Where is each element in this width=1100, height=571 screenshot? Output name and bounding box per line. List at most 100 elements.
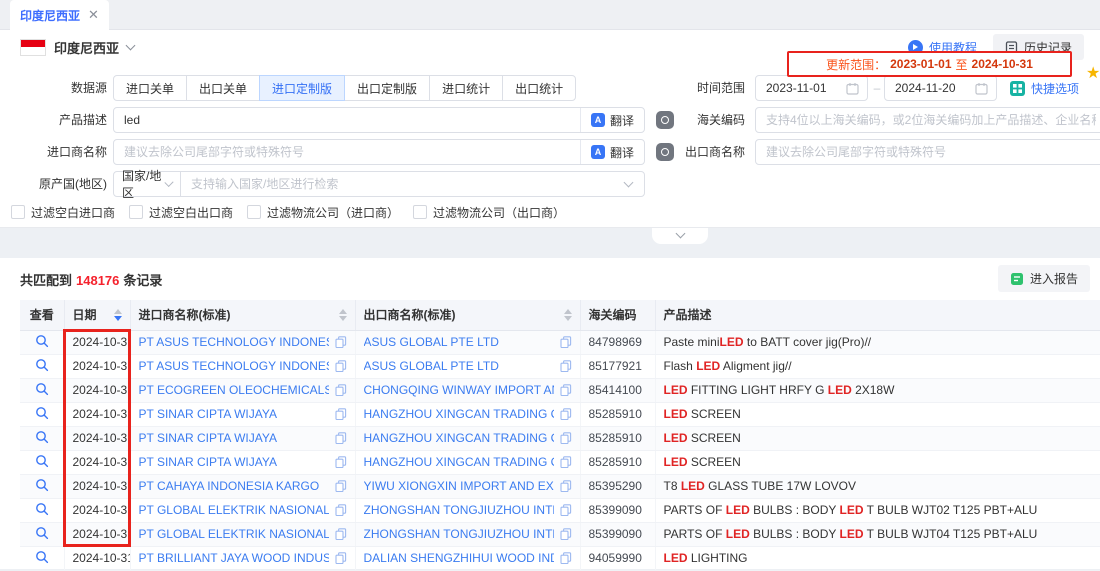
importer-link[interactable]: PT SINAR CIPTA WIJAYA: [139, 407, 277, 421]
copy-icon[interactable]: [560, 432, 572, 444]
view-magnifier-icon[interactable]: [35, 454, 49, 468]
data-source-tab[interactable]: 进口定制版: [259, 75, 345, 101]
view-detail-button[interactable]: [20, 450, 64, 474]
copy-icon[interactable]: [335, 408, 347, 420]
copy-icon[interactable]: [560, 384, 572, 396]
exporter-link[interactable]: ZHONGSHAN TONGJIUZHOU INTERNA...: [364, 527, 554, 541]
checkbox-icon[interactable]: [129, 205, 143, 219]
filter-checkbox[interactable]: 过滤空白进口商: [11, 204, 115, 221]
copy-icon[interactable]: [335, 552, 347, 564]
close-icon[interactable]: ✕: [88, 7, 99, 23]
view-detail-button[interactable]: [20, 402, 64, 426]
column-header[interactable]: 出口商名称(标准): [355, 300, 580, 330]
date-to-input[interactable]: [885, 76, 975, 100]
data-source-tab[interactable]: 出口定制版: [344, 75, 430, 101]
view-detail-button[interactable]: [20, 474, 64, 498]
view-detail-button[interactable]: [20, 426, 64, 450]
view-magnifier-icon[interactable]: [35, 478, 49, 492]
view-detail-button[interactable]: [20, 330, 64, 354]
sort-icon[interactable]: [114, 309, 122, 321]
copy-icon[interactable]: [335, 456, 347, 468]
importer-link[interactable]: PT CAHAYA INDONESIA KARGO: [139, 479, 320, 493]
exporter-link[interactable]: YIWU XIONGXIN IMPORT AND EXPORT...: [364, 479, 554, 493]
data-source-tab[interactable]: 出口统计: [502, 75, 576, 101]
copy-icon[interactable]: [335, 504, 347, 516]
country-selector[interactable]: 印度尼西亚: [20, 35, 134, 59]
exporter-link[interactable]: CHONGQING WINWAY IMPORT AND E...: [364, 383, 554, 397]
copy-icon[interactable]: [335, 336, 347, 348]
copy-icon[interactable]: [335, 384, 347, 396]
date-to-field[interactable]: [884, 75, 997, 101]
importer-link[interactable]: PT SINAR CIPTA WIJAYA: [139, 431, 277, 445]
filter-checkbox[interactable]: 过滤空白出口商: [129, 204, 233, 221]
view-detail-button[interactable]: [20, 354, 64, 378]
checkbox-icon[interactable]: [413, 205, 427, 219]
copy-icon[interactable]: [560, 480, 572, 492]
view-magnifier-icon[interactable]: [35, 406, 49, 420]
importer-link[interactable]: PT SINAR CIPTA WIJAYA: [139, 455, 277, 469]
view-magnifier-icon[interactable]: [35, 382, 49, 396]
importer-link[interactable]: PT BRILLIANT JAYA WOOD INDUSTRY: [139, 551, 329, 565]
view-magnifier-icon[interactable]: [35, 526, 49, 540]
product-desc-input[interactable]: [114, 108, 580, 132]
exporter-link[interactable]: ZHONGSHAN TONGJIUZHOU INTERNA...: [364, 503, 554, 517]
sort-icon[interactable]: [564, 309, 572, 321]
origin-search-field[interactable]: [180, 171, 645, 197]
importer-link[interactable]: PT ASUS TECHNOLOGY INDONESIA BA...: [139, 359, 329, 373]
sort-icon[interactable]: [339, 309, 347, 321]
hs-code-input[interactable]: [756, 108, 1100, 132]
copy-icon[interactable]: [560, 360, 572, 372]
exporter-input[interactable]: [756, 140, 1100, 164]
hs-code-field[interactable]: [755, 107, 1100, 133]
importer-link[interactable]: PT ASUS TECHNOLOGY INDONESIA BA...: [139, 335, 329, 349]
view-magnifier-icon[interactable]: [35, 502, 49, 516]
data-source-tab[interactable]: 出口关单: [186, 75, 260, 101]
origin-select[interactable]: 国家/地区: [113, 171, 181, 197]
exporter-link[interactable]: ASUS GLOBAL PTE LTD: [364, 335, 499, 349]
view-detail-button[interactable]: [20, 522, 64, 546]
copy-icon[interactable]: [560, 528, 572, 540]
tab-indonesia[interactable]: 印度尼西亚 ✕: [10, 0, 109, 30]
date-from-field[interactable]: [755, 75, 868, 101]
exporter-link[interactable]: DALIAN SHENGZHIHUI WOOD INDUST...: [364, 551, 554, 565]
copy-icon[interactable]: [335, 528, 347, 540]
column-header[interactable]: 日期: [64, 300, 130, 330]
exporter-link[interactable]: HANGZHOU XINGCAN TRADING CO LTD: [364, 407, 554, 421]
view-detail-button[interactable]: [20, 498, 64, 522]
view-detail-button[interactable]: [20, 378, 64, 402]
exporter-field[interactable]: [755, 139, 1100, 165]
view-magnifier-icon[interactable]: [35, 334, 49, 348]
exporter-link[interactable]: HANGZHOU XINGCAN TRADING CO LTD: [364, 431, 554, 445]
view-magnifier-icon[interactable]: [35, 430, 49, 444]
copy-icon[interactable]: [335, 360, 347, 372]
column-header[interactable]: 进口商名称(标准): [130, 300, 355, 330]
copy-icon[interactable]: [335, 480, 347, 492]
filter-checkbox[interactable]: 过滤物流公司（出口商）: [413, 204, 565, 221]
origin-search-input[interactable]: [181, 172, 625, 196]
copy-icon[interactable]: [335, 432, 347, 444]
importer-link[interactable]: PT GLOBAL ELEKTRIK NASIONAL: [139, 527, 329, 541]
copy-icon[interactable]: [560, 456, 572, 468]
translate-button[interactable]: A 翻译: [580, 108, 644, 132]
enter-report-button[interactable]: 进入报告: [998, 265, 1090, 292]
importer-link[interactable]: PT GLOBAL ELEKTRIK NASIONAL: [139, 503, 329, 517]
copy-icon[interactable]: [560, 552, 572, 564]
copy-icon[interactable]: [560, 504, 572, 516]
checkbox-icon[interactable]: [247, 205, 261, 219]
data-source-tab[interactable]: 进口统计: [429, 75, 503, 101]
product-desc-field[interactable]: A 翻译: [113, 107, 645, 133]
collapse-panel-handle[interactable]: [652, 228, 708, 244]
translate-button[interactable]: A 翻译: [580, 140, 644, 164]
date-from-input[interactable]: [756, 76, 846, 100]
quick-options-link[interactable]: 快捷选项: [1010, 75, 1079, 101]
importer-link[interactable]: PT ECOGREEN OLEOCHEMICALS: [139, 383, 329, 397]
exporter-link[interactable]: HANGZHOU XINGCAN TRADING CO LTD: [364, 455, 554, 469]
importer-input[interactable]: [114, 140, 580, 164]
data-source-tab[interactable]: 进口关单: [113, 75, 187, 101]
copy-icon[interactable]: [560, 408, 572, 420]
copy-icon[interactable]: [560, 336, 572, 348]
view-magnifier-icon[interactable]: [35, 358, 49, 372]
filter-checkbox[interactable]: 过滤物流公司（进口商）: [247, 204, 399, 221]
importer-field[interactable]: A 翻译: [113, 139, 645, 165]
view-magnifier-icon[interactable]: [35, 550, 49, 564]
